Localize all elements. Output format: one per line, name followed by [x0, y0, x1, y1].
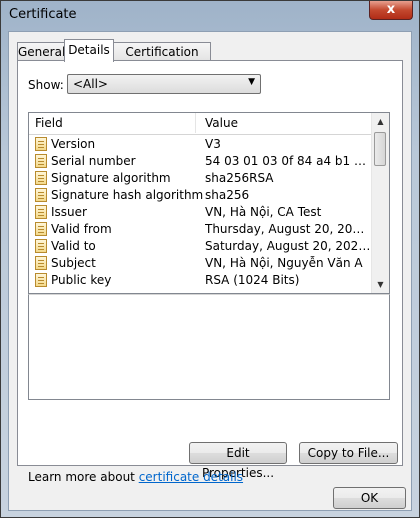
field-value: VN, Hà Nội, CA Test — [205, 205, 322, 219]
field-name: Signature algorithm — [51, 171, 171, 185]
certificate-field-icon — [35, 222, 47, 236]
list-item[interactable]: Signature algorithm sha256RSA — [29, 170, 372, 187]
certificate-field-icon — [35, 205, 47, 219]
learn-more-prefix: Learn more about — [28, 470, 139, 484]
list-item[interactable]: Issuer VN, Hà Nội, CA Test — [29, 204, 372, 221]
close-icon: x — [386, 2, 396, 17]
list-item[interactable]: Valid from Thursday, August 20, 2020 1:..… — [29, 221, 372, 238]
field-name: Public key — [51, 273, 112, 287]
column-header-value[interactable]: Value — [205, 116, 238, 130]
field-name: Subject — [51, 256, 96, 270]
field-value: sha256 — [205, 188, 250, 202]
vertical-scrollbar[interactable]: ▲ ▼ — [371, 113, 389, 293]
copy-to-file-button[interactable]: Copy to File... — [299, 442, 398, 464]
certificate-details-link[interactable]: certificate details — [139, 470, 243, 484]
edit-properties-button[interactable]: Edit Properties... — [189, 442, 287, 480]
scroll-up-icon[interactable]: ▲ — [372, 113, 389, 130]
list-item[interactable]: Public key RSA (1024 Bits) — [29, 272, 372, 289]
certificate-field-icon — [35, 188, 47, 202]
certificate-field-icon — [35, 137, 47, 151]
tab-details[interactable]: Details — [64, 39, 114, 62]
list-header: Field Value — [29, 113, 372, 135]
dialog-client: General Details Certification Path Show:… — [8, 31, 412, 511]
certificate-field-icon — [35, 239, 47, 253]
tab-certification-path[interactable]: Certification Path — [113, 42, 211, 77]
ok-button[interactable]: OK — [333, 487, 406, 509]
show-dropdown[interactable]: <All> ▼ — [67, 74, 261, 94]
show-label: Show: — [28, 78, 64, 92]
scrollbar-thumb[interactable] — [374, 132, 386, 166]
title-bar[interactable]: Certificate x — [1, 1, 419, 29]
field-value: 54 03 01 03 0f 84 a4 b1 86 de... — [205, 154, 371, 168]
field-value: sha256RSA — [205, 171, 274, 185]
field-name: Version — [51, 137, 96, 151]
field-value: VN, Hà Nội, Nguyễn Văn A — [205, 256, 363, 270]
field-value: V3 — [205, 137, 221, 151]
list-item[interactable]: Subject VN, Hà Nội, Nguyễn Văn A — [29, 255, 372, 272]
fields-list[interactable]: Field Value Version V3 Serial number 54 03… — [28, 112, 390, 294]
tab-details-label: Details — [68, 43, 110, 57]
close-button[interactable]: x — [369, 1, 413, 20]
field-name: Valid to — [51, 239, 96, 253]
field-name: Valid from — [51, 222, 112, 236]
field-name: Signature hash algorithm — [51, 188, 204, 202]
field-value: Thursday, August 20, 2020 1:... — [205, 222, 371, 236]
certificate-field-icon — [35, 273, 47, 287]
field-value: Saturday, August 20, 2022 1:... — [205, 239, 371, 253]
window-title: Certificate — [9, 7, 77, 22]
chevron-down-icon: ▼ — [248, 77, 255, 87]
field-detail-box[interactable] — [28, 294, 390, 400]
field-value: RSA (1024 Bits) — [205, 273, 300, 287]
certificate-field-icon — [35, 171, 47, 185]
learn-more-text: Learn more about certificate details — [28, 470, 243, 484]
list-item[interactable]: Version V3 — [29, 136, 372, 153]
tab-general[interactable]: General — [17, 42, 65, 61]
show-selected-value: <All> — [73, 77, 108, 91]
list-item[interactable]: Signature hash algorithm sha256 — [29, 187, 372, 204]
list-item[interactable]: Valid to Saturday, August 20, 2022 1:... — [29, 238, 372, 255]
column-header-field[interactable]: Field — [35, 116, 63, 130]
field-name: Serial number — [51, 154, 136, 168]
tab-general-label: General — [18, 45, 66, 59]
list-item[interactable]: Serial number 54 03 01 03 0f 84 a4 b1 86 … — [29, 153, 372, 170]
certificate-window: Certificate x General Details Certificat… — [0, 0, 420, 518]
scroll-down-icon[interactable]: ▼ — [372, 276, 389, 293]
details-panel: Show: <All> ▼ Field Value Version V3 Seri… — [17, 60, 403, 484]
column-divider[interactable] — [195, 113, 196, 133]
certificate-field-icon — [35, 256, 47, 270]
field-name: Issuer — [51, 205, 87, 219]
certificate-field-icon — [35, 154, 47, 168]
